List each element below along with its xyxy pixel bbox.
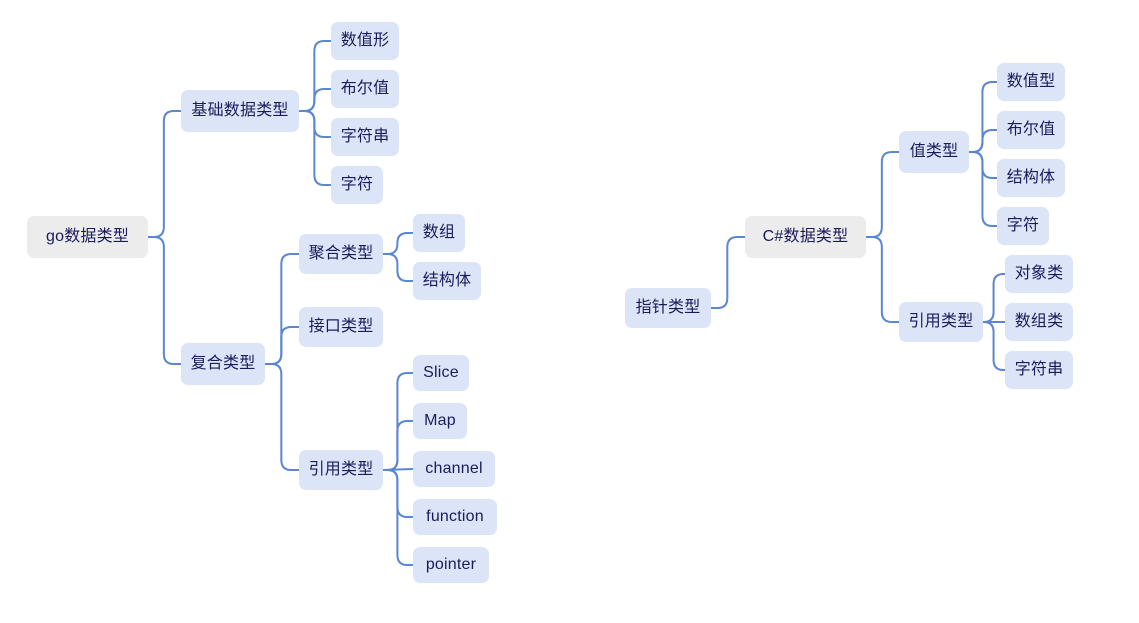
node-label: 数组类 bbox=[1014, 313, 1064, 330]
connector-node-to-node bbox=[298, 110, 332, 186]
node-label: 引用类型 bbox=[308, 461, 374, 478]
node-node[interactable]: 复合类型 bbox=[181, 343, 265, 385]
node-node[interactable]: 结构体 bbox=[413, 262, 481, 300]
node-channel[interactable]: channel bbox=[413, 451, 495, 487]
node-label: 复合类型 bbox=[190, 355, 256, 372]
connector-node-to-node bbox=[982, 321, 1006, 371]
node-node[interactable]: 字符串 bbox=[331, 118, 399, 156]
node-label: pointer bbox=[425, 556, 477, 573]
connector-node-to-node bbox=[264, 253, 300, 365]
connector-c#-to-node bbox=[710, 236, 746, 309]
node-label: 字符 bbox=[1006, 217, 1040, 234]
node-label: 结构体 bbox=[422, 272, 472, 289]
connector-node-to-channel bbox=[382, 468, 414, 471]
node-label: 结构体 bbox=[1006, 169, 1056, 186]
node-label: Slice bbox=[423, 364, 459, 381]
connector-go-to-node bbox=[147, 236, 182, 365]
connector-node-to-node bbox=[298, 110, 332, 138]
node-label: 引用类型 bbox=[908, 313, 974, 330]
connector-node-to-pointer bbox=[382, 469, 414, 566]
root-node-c#[interactable]: C#数据类型 bbox=[745, 216, 866, 258]
node-label: 布尔值 bbox=[340, 80, 390, 97]
connector-c#-to-node bbox=[865, 236, 900, 323]
node-label: 对象类 bbox=[1014, 265, 1064, 282]
node-node[interactable]: 引用类型 bbox=[899, 302, 983, 342]
connector-node-to-slice bbox=[382, 372, 414, 471]
connector-c#-to-node bbox=[865, 151, 900, 238]
node-label: 接口类型 bbox=[308, 318, 374, 335]
node-node[interactable]: 数值形 bbox=[331, 22, 399, 60]
node-node[interactable]: 布尔值 bbox=[997, 111, 1065, 149]
node-label: 字符 bbox=[340, 176, 374, 193]
root-node-go[interactable]: go数据类型 bbox=[27, 216, 148, 258]
node-label: 数值形 bbox=[340, 32, 390, 49]
node-slice[interactable]: Slice bbox=[413, 355, 469, 391]
connector-node-to-node bbox=[264, 363, 300, 471]
node-node[interactable]: 布尔值 bbox=[331, 70, 399, 108]
node-node[interactable]: 基础数据类型 bbox=[181, 90, 299, 132]
connector-go-to-node bbox=[147, 110, 182, 238]
node-node[interactable]: 对象类 bbox=[1005, 255, 1073, 293]
connector-node-to-node bbox=[968, 81, 998, 153]
node-label: 指针类型 bbox=[635, 299, 701, 316]
node-label: 数组 bbox=[422, 224, 456, 241]
node-node[interactable]: 引用类型 bbox=[299, 450, 383, 490]
connector-node-to-node bbox=[968, 129, 998, 153]
node-label: 布尔值 bbox=[1006, 121, 1056, 138]
node-function[interactable]: function bbox=[413, 499, 497, 535]
connector-node-to-node bbox=[382, 232, 414, 255]
connector-node-to-node bbox=[298, 40, 332, 112]
node-label: 聚合类型 bbox=[308, 245, 374, 262]
connector-node-to-node bbox=[264, 326, 300, 365]
connector-node-to-node bbox=[982, 273, 1006, 323]
node-map[interactable]: Map bbox=[413, 403, 467, 439]
node-node[interactable]: 值类型 bbox=[899, 131, 969, 173]
connector-node-to-node bbox=[968, 151, 998, 179]
node-node[interactable]: 字符串 bbox=[1005, 351, 1073, 389]
node-node[interactable]: 数组类 bbox=[1005, 303, 1073, 341]
node-label: 基础数据类型 bbox=[191, 102, 289, 119]
node-label: go数据类型 bbox=[46, 228, 129, 245]
node-node[interactable]: 结构体 bbox=[997, 159, 1065, 197]
connector-node-to-node bbox=[382, 253, 414, 282]
node-node[interactable]: 聚合类型 bbox=[299, 234, 383, 274]
node-node[interactable]: 数组 bbox=[413, 214, 465, 252]
connector-node-to-node bbox=[968, 151, 998, 227]
node-pointer[interactable]: pointer bbox=[413, 547, 489, 583]
node-label: 值类型 bbox=[909, 143, 959, 160]
node-node[interactable]: 字符 bbox=[331, 166, 383, 204]
node-label: 字符串 bbox=[340, 128, 390, 145]
connector-node-to-map bbox=[382, 420, 414, 471]
node-node[interactable]: 数值型 bbox=[997, 63, 1065, 101]
node-label: C#数据类型 bbox=[762, 228, 849, 245]
connector-node-to-function bbox=[382, 469, 414, 518]
node-label: 数值型 bbox=[1006, 73, 1056, 90]
node-node[interactable]: 指针类型 bbox=[625, 288, 711, 328]
node-label: 字符串 bbox=[1014, 361, 1064, 378]
connector-node-to-node bbox=[298, 88, 332, 112]
node-label: function bbox=[426, 508, 484, 525]
node-node[interactable]: 接口类型 bbox=[299, 307, 383, 347]
mindmap-canvas: go数据类型 基础数据类型 数值形 布尔值 字符串 字符 复合类型 聚合类型 数组 结构体 接口类型… bbox=[0, 0, 1139, 623]
node-label: Map bbox=[424, 412, 456, 429]
node-node[interactable]: 字符 bbox=[997, 207, 1049, 245]
node-label: channel bbox=[425, 460, 483, 477]
